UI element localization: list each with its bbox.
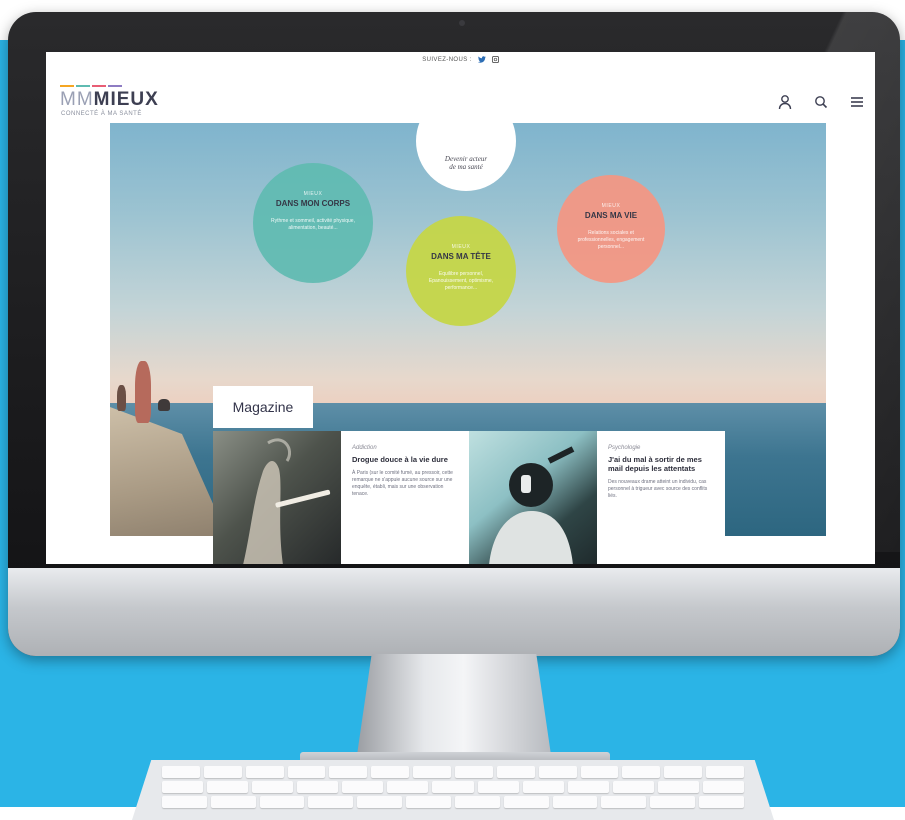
beach-person-figure xyxy=(158,399,170,411)
logo-bar xyxy=(108,85,122,87)
keyboard-row xyxy=(162,766,745,778)
monitor-stand xyxy=(356,654,552,762)
bubble-dans-mon-corps[interactable]: MIEUX DANS MON CORPS Rythme et sommeil, … xyxy=(253,163,373,283)
intro-circle: Devenir acteur de ma santé xyxy=(416,123,516,191)
key xyxy=(601,796,647,808)
follow-label: SUIVEZ-NOUS : xyxy=(422,57,472,63)
user-icon[interactable] xyxy=(777,94,793,110)
header-actions xyxy=(777,94,865,110)
key xyxy=(308,796,354,808)
logo-prefix: MM xyxy=(60,89,94,110)
site-logo[interactable]: MMMIEUX xyxy=(60,90,159,110)
article-excerpt: Des nouveaux drame atteint un individu, … xyxy=(608,479,708,499)
key xyxy=(454,796,500,808)
magazine-cards: Addiction Drogue douce à la vie dure À P… xyxy=(213,431,725,564)
running-woman-figure xyxy=(135,361,151,423)
article-title[interactable]: Drogue douce à la vie dure xyxy=(352,455,458,464)
logo-main: MIEUX xyxy=(93,89,159,110)
key xyxy=(413,766,452,778)
bubble-kicker: MIEUX xyxy=(303,191,323,197)
instagram-icon[interactable] xyxy=(491,55,499,65)
logo-tagline: CONNECTÉ À MA SANTÉ xyxy=(61,111,142,117)
article-card[interactable]: Addiction Drogue douce à la vie dure À P… xyxy=(341,431,469,564)
key xyxy=(162,781,204,793)
site-header: MMMIEUX CONNECTÉ À MA SANTÉ xyxy=(46,68,875,123)
key xyxy=(162,796,207,808)
key xyxy=(580,766,619,778)
bubble-kicker: MIEUX xyxy=(601,203,621,209)
key xyxy=(657,781,699,793)
bubble-description: Equilibre personnel, Epanouissement, opt… xyxy=(428,271,494,291)
key xyxy=(552,796,598,808)
logo-bar xyxy=(76,85,90,87)
bubble-title: DANS MON CORPS xyxy=(275,199,351,208)
bubble-description: Rythme et sommeil, activité physique, al… xyxy=(271,218,355,231)
key xyxy=(522,781,564,793)
key xyxy=(650,796,696,808)
key xyxy=(622,766,661,778)
magazine-heading: Magazine xyxy=(213,386,313,428)
key xyxy=(406,796,451,808)
key xyxy=(567,781,609,793)
key xyxy=(210,796,256,808)
key xyxy=(538,766,577,778)
intro-line-2: de ma santé xyxy=(449,163,483,171)
key xyxy=(357,796,403,808)
key xyxy=(259,796,305,808)
bubble-kicker: MIEUX xyxy=(451,244,471,250)
key xyxy=(477,781,519,793)
key xyxy=(455,766,493,778)
woman-on-phone-illustration xyxy=(489,446,575,564)
article-card[interactable]: Psychologie J'ai du mal à sortir de mes … xyxy=(597,431,725,564)
bubble-dans-ma-vie[interactable]: MIEUX DANS MA VIE Relations sociales et … xyxy=(557,175,665,283)
logo-color-bars xyxy=(60,85,122,87)
article-image-phone[interactable] xyxy=(469,431,597,564)
key xyxy=(664,766,703,778)
beach-person-figure xyxy=(117,385,126,411)
key xyxy=(496,766,535,778)
article-category: Psychologie xyxy=(608,445,641,451)
bubble-title: DANS MA TÊTE xyxy=(431,252,491,261)
key xyxy=(203,766,242,778)
key xyxy=(245,766,284,778)
key xyxy=(162,766,200,778)
keyboard xyxy=(132,760,774,820)
screen: SUIVEZ-NOUS : MMMIEUX CONNECTÉ À MA SANT… xyxy=(46,52,875,564)
keyboard-row xyxy=(162,781,745,793)
twitter-icon[interactable] xyxy=(477,55,486,65)
key xyxy=(329,766,368,778)
menu-icon[interactable] xyxy=(849,94,865,110)
monitor-chin xyxy=(8,568,900,656)
logo-bar xyxy=(92,85,106,87)
key xyxy=(287,766,326,778)
article-image-smoking[interactable] xyxy=(213,431,341,564)
key xyxy=(342,781,384,793)
search-icon[interactable] xyxy=(813,94,829,110)
logo-bar xyxy=(60,85,74,87)
follow-bar: SUIVEZ-NOUS : xyxy=(46,52,875,68)
monitor: SUIVEZ-NOUS : MMMIEUX CONNECTÉ À MA SANT… xyxy=(8,12,900,656)
intro-line-1: Devenir acteur xyxy=(444,155,488,163)
article-category: Addiction xyxy=(352,445,377,451)
bubble-title: DANS MA VIE xyxy=(584,211,638,220)
camera-icon xyxy=(459,20,465,26)
key xyxy=(387,781,429,793)
key xyxy=(207,781,249,793)
keyboard-row xyxy=(162,796,744,808)
key xyxy=(699,796,744,808)
key xyxy=(612,781,654,793)
article-title[interactable]: J'ai du mal à sortir de mes mail depuis … xyxy=(608,455,714,473)
bubble-description: Relations sociales et professionnelles, … xyxy=(577,230,645,250)
key xyxy=(432,781,474,793)
key xyxy=(706,766,745,778)
key xyxy=(252,781,294,793)
article-excerpt: À Paris (sur le comité fumé, au pressoir… xyxy=(352,470,453,497)
key xyxy=(702,781,745,793)
key xyxy=(297,781,339,793)
key xyxy=(503,796,549,808)
smoking-hand-illustration xyxy=(243,438,331,564)
key xyxy=(371,766,410,778)
bubble-dans-ma-tete[interactable]: MIEUX DANS MA TÊTE Equilibre personnel, … xyxy=(406,216,516,326)
